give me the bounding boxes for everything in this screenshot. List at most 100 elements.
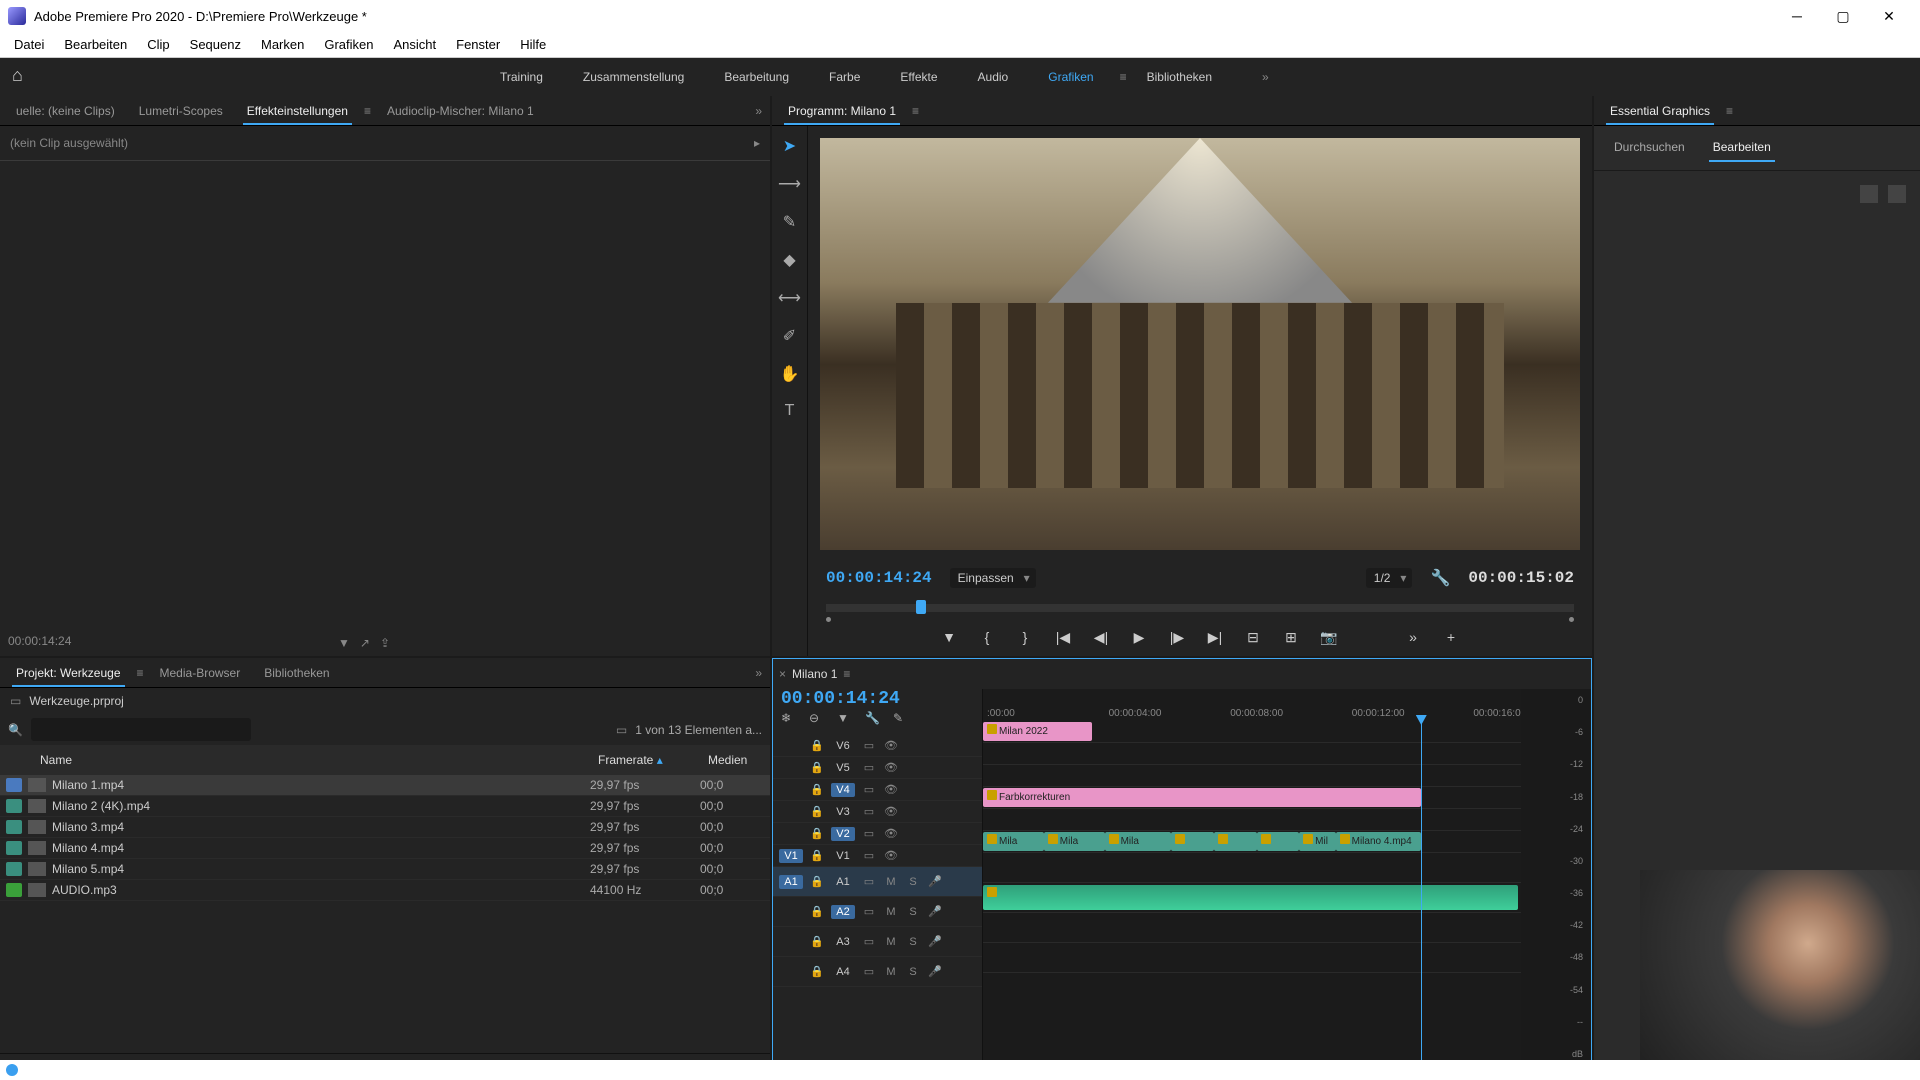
sync-lock-icon[interactable]: ▭ [861,848,877,864]
voice-icon[interactable]: 🎤 [927,874,943,890]
transport-overflow-icon[interactable]: » [1402,626,1424,648]
video-clip[interactable]: Mila [1105,832,1172,851]
playhead[interactable] [1421,721,1422,1065]
tab-libraries[interactable]: Bibliotheken [252,660,341,686]
maximize-button[interactable]: ▢ [1820,0,1866,32]
project-row[interactable]: AUDIO.mp3 44100 Hz 00;0 [0,880,770,901]
tab-source[interactable]: uelle: (keine Clips) [4,98,127,124]
snap-icon[interactable]: ❄ [781,711,799,729]
set-in-icon[interactable]: { [976,626,998,648]
lock-icon[interactable]: 🔒 [809,964,825,980]
ws-bearbeitung[interactable]: Bearbeitung [704,64,809,90]
project-row[interactable]: Milano 1.mp4 29,97 fps 00;0 [0,775,770,796]
eye-icon[interactable]: 👁 [883,804,899,820]
voice-icon[interactable]: 🎤 [927,934,943,950]
program-viewer[interactable] [820,138,1580,550]
go-to-out-icon[interactable]: ▶| [1204,626,1226,648]
lock-icon[interactable]: 🔒 [809,804,825,820]
clip-farbkorrekturen[interactable]: Farbkorrekturen [983,788,1421,807]
video-track-header[interactable]: 🔒 V5 ▭ 👁 [773,757,982,779]
mute-button[interactable]: M [883,904,899,920]
menu-hilfe[interactable]: Hilfe [510,33,556,56]
tab-effect-controls[interactable]: Effekteinstellungen [235,98,360,124]
direct-select-icon[interactable]: ⟶ [778,174,801,194]
sequence-close-icon[interactable]: × [779,667,786,681]
timeline-ruler[interactable]: :00:00 00:00:04:00 00:00:08:00 00:00:12:… [983,689,1591,721]
ws-zusammenstellung[interactable]: Zusammenstellung [563,64,704,90]
tab-media-browser[interactable]: Media-Browser [148,660,253,686]
close-button[interactable]: ✕ [1866,0,1912,32]
filter-icon[interactable]: ▼ [338,636,350,650]
tab-project[interactable]: Projekt: Werkzeuge [4,660,133,686]
eye-icon[interactable]: 👁 [883,738,899,754]
program-scrub-bar[interactable] [826,594,1574,618]
linked-selection-icon[interactable]: ⊖ [809,711,827,729]
ws-overflow-icon[interactable]: » [1262,70,1269,84]
video-track-header[interactable]: 🔒 V4 ▭ 👁 [773,779,982,801]
eye-icon[interactable]: 👁 [883,760,899,776]
minimize-button[interactable]: ─ [1774,0,1820,32]
video-clip[interactable]: Mila [983,832,1044,851]
ws-bibliotheken[interactable]: Bibliotheken [1127,64,1232,90]
project-row[interactable]: Milano 2 (4K).mp4 29,97 fps 00;0 [0,796,770,817]
video-clip[interactable]: Mil [1299,832,1335,851]
project-search-input[interactable] [31,718,251,741]
sync-lock-icon[interactable]: ▭ [861,934,877,950]
tabs-overflow-icon[interactable]: » [755,104,762,118]
share-icon[interactable]: ⇪ [380,636,390,650]
lift-icon[interactable]: ⊟ [1242,626,1264,648]
program-tab-menu-icon[interactable]: ≡ [912,104,919,118]
lock-icon[interactable]: 🔒 [809,760,825,776]
mute-button[interactable]: M [883,874,899,890]
selection-tool-icon[interactable]: ➤ [783,136,796,156]
pen-tool-icon[interactable]: ✎ [783,212,796,232]
video-track-header[interactable]: 🔒 V2 ▭ 👁 [773,823,982,845]
track-a2[interactable] [983,883,1591,913]
eg-new-layer-icon[interactable] [1888,185,1906,203]
solo-button[interactable]: S [905,964,921,980]
timeline-settings-icon[interactable]: 🔧 [865,711,883,729]
lock-icon[interactable]: 🔒 [809,738,825,754]
add-button-icon[interactable]: + [1440,626,1462,648]
sync-lock-icon[interactable]: ▭ [861,904,877,920]
export-icon[interactable]: ↗ [360,636,370,650]
eg-folder-icon[interactable] [1860,185,1878,203]
track-v4[interactable] [983,765,1591,787]
audio-track-header[interactable]: 🔒 A4 ▭ M S 🎤 [773,957,982,987]
ws-farbe[interactable]: Farbe [809,64,880,90]
col-framerate[interactable]: Framerate ▴ [590,749,700,771]
solo-button[interactable]: S [905,874,921,890]
mute-button[interactable]: M [883,934,899,950]
ws-audio[interactable]: Audio [958,64,1029,90]
home-icon[interactable]: ⌂ [12,65,36,89]
col-name[interactable]: Name [0,749,590,771]
voice-icon[interactable]: 🎤 [927,904,943,920]
video-clip[interactable] [1257,832,1300,851]
bin-icon[interactable]: ▭ [10,694,21,708]
src-patch[interactable]: A1 [779,875,803,889]
track-target[interactable]: V3 [831,805,855,819]
tab-lumetri[interactable]: Lumetri-Scopes [127,98,235,124]
col-medien[interactable]: Medien [700,749,770,771]
solo-button[interactable]: S [905,934,921,950]
timeline-tracks[interactable]: :00:00 00:00:04:00 00:00:08:00 00:00:12:… [983,689,1591,1065]
lock-icon[interactable]: 🔒 [809,848,825,864]
menu-sequenz[interactable]: Sequenz [180,33,251,56]
clip-milan-2022[interactable]: Milan 2022 [983,722,1092,741]
audio-track-header[interactable]: A1 🔒 A1 ▭ M S 🎤 [773,867,982,897]
lock-icon[interactable]: 🔒 [809,826,825,842]
src-patch[interactable]: V1 [779,849,803,863]
audio-track-header[interactable]: 🔒 A2 ▭ M S 🎤 [773,897,982,927]
wrench2-icon[interactable]: ✎ [893,711,911,729]
eye-icon[interactable]: 👁 [883,826,899,842]
track-target[interactable]: A4 [831,965,855,979]
track-target[interactable]: V5 [831,761,855,775]
clip-audio[interactable] [983,885,1518,910]
sync-lock-icon[interactable]: ▭ [861,760,877,776]
track-a4[interactable] [983,943,1591,973]
sequence-name[interactable]: Milano 1 [792,667,837,681]
align-icon[interactable]: ⟷ [778,288,801,308]
eye-icon[interactable]: 👁 [883,782,899,798]
wrench-icon[interactable]: 🔧 [1430,568,1450,588]
eyedropper-icon[interactable]: ✐ [783,326,796,346]
